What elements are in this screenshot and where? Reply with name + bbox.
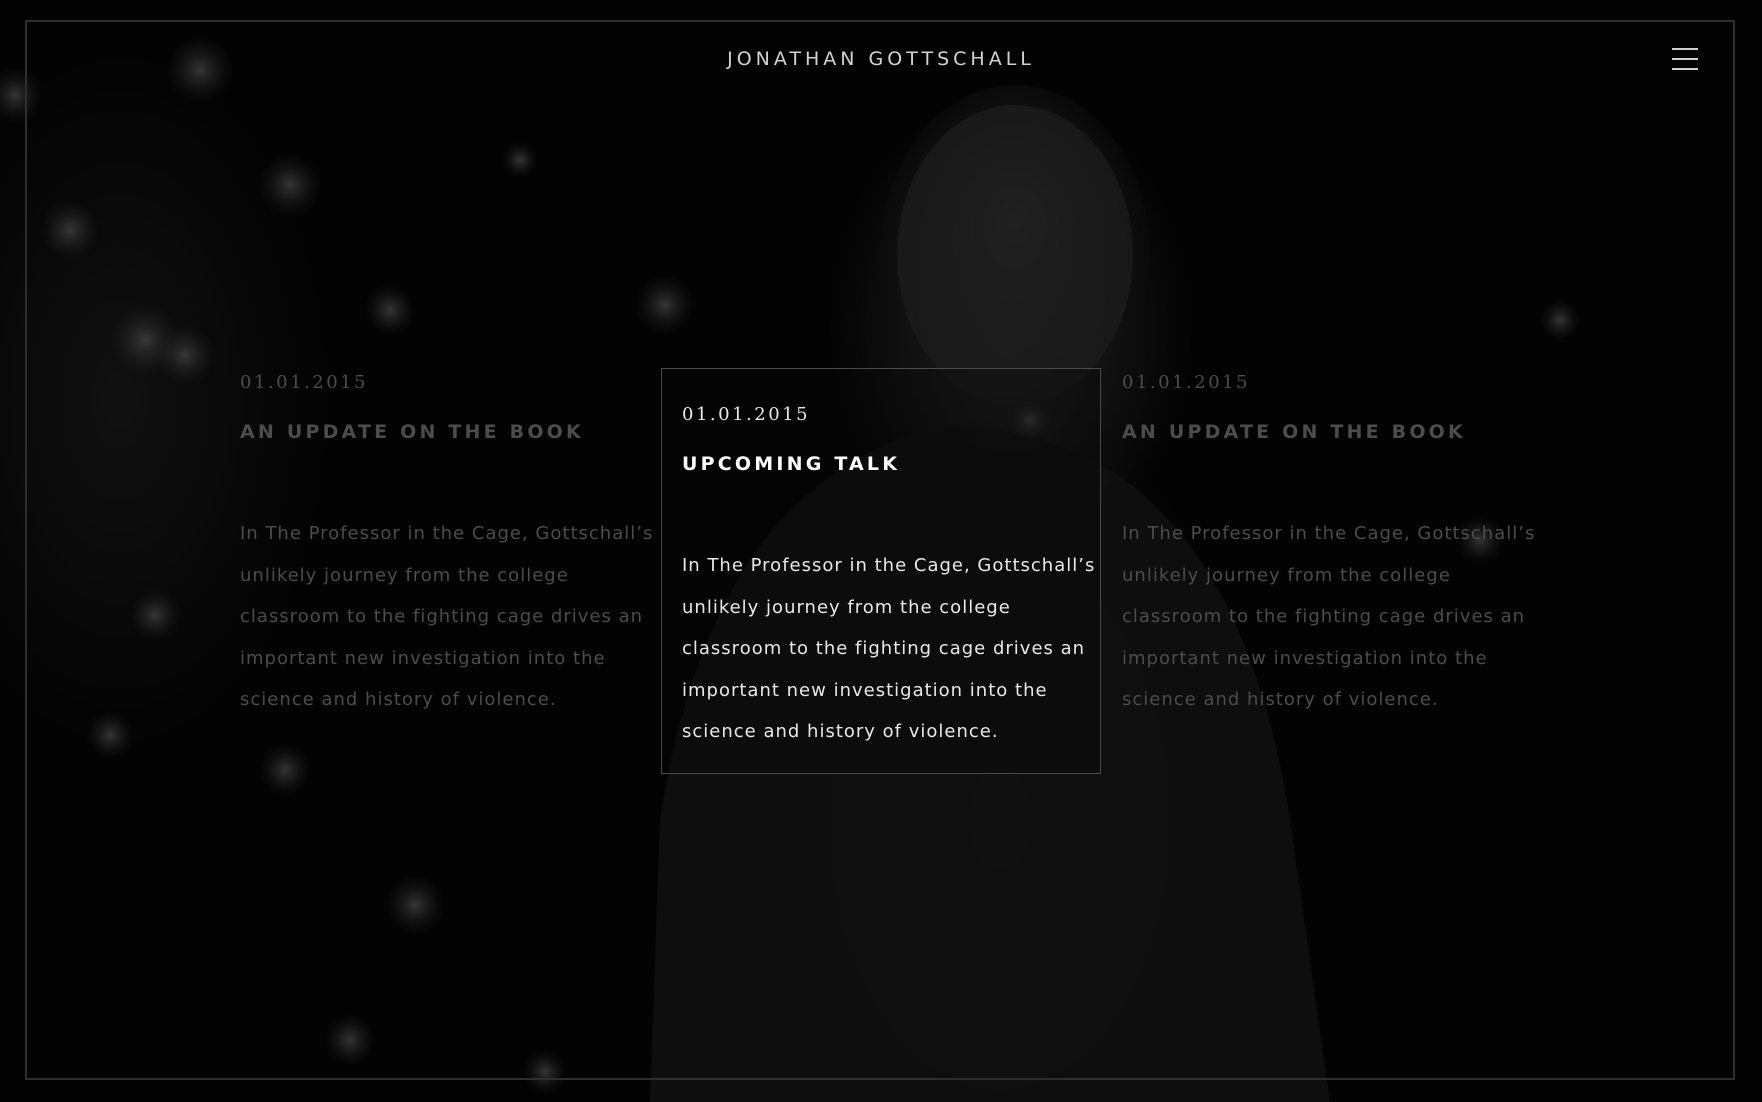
post-card-active[interactable]: 01.01.2015 UPCOMING TALK In The Professo…: [661, 368, 1101, 774]
menu-line: [1672, 68, 1698, 70]
post-card-left[interactable]: 01.01.2015 AN UPDATE ON THE BOOK In The …: [240, 372, 652, 721]
site-title[interactable]: JONATHAN GOTTSCHALL: [0, 48, 1762, 70]
post-date: 01.01.2015: [682, 404, 811, 425]
post-excerpt: In The Professor in the Cage, Gottschall…: [682, 555, 1096, 742]
post-date: 01.01.2015: [1122, 372, 1251, 393]
post-excerpt: In The Professor in the Cage, Gottschall…: [1122, 523, 1536, 710]
post-excerpt: In The Professor in the Cage, Gottschall…: [240, 523, 654, 710]
post-date: 01.01.2015: [240, 372, 369, 393]
post-title[interactable]: UPCOMING TALK: [682, 453, 1100, 475]
post-card-right[interactable]: 01.01.2015 AN UPDATE ON THE BOOK In The …: [1122, 372, 1534, 721]
hamburger-menu-icon[interactable]: [1672, 48, 1700, 74]
post-title[interactable]: AN UPDATE ON THE BOOK: [1122, 421, 1532, 443]
post-title[interactable]: AN UPDATE ON THE BOOK: [240, 421, 650, 443]
menu-line: [1672, 48, 1698, 50]
menu-line: [1672, 58, 1698, 60]
